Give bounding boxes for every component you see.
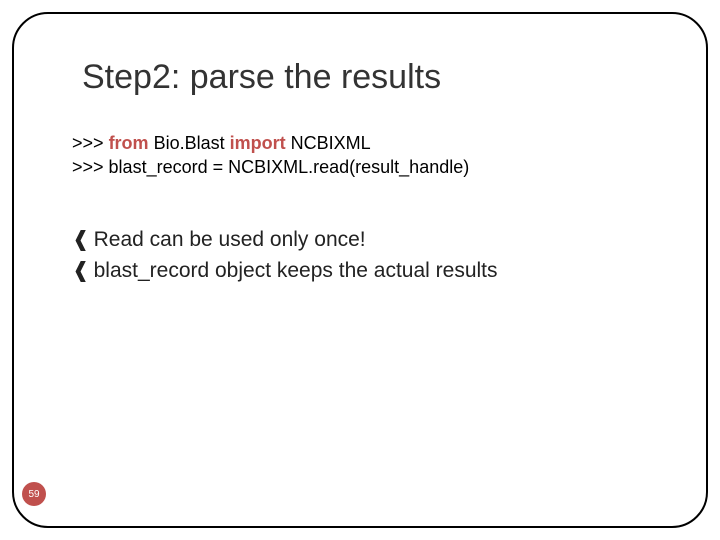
code-line-1: >>> from Bio.Blast import NCBIXML bbox=[72, 131, 656, 155]
code-text: blast_record = NCBIXML.read(result_handl… bbox=[104, 157, 470, 177]
code-line-2: >>> blast_record = NCBIXML.read(result_h… bbox=[72, 155, 656, 179]
slide-frame: Step2: parse the results >>> from Bio.Bl… bbox=[12, 12, 708, 528]
keyword-import: import bbox=[230, 133, 286, 153]
page-number-badge: 59 bbox=[22, 482, 46, 506]
code-text: Bio.Blast bbox=[149, 133, 230, 153]
keyword-from: from bbox=[109, 133, 149, 153]
bullet-text: Read can be used only once! bbox=[94, 225, 366, 255]
list-item: ❰ blast_record object keeps the actual r… bbox=[72, 255, 656, 286]
bullet-icon: ❰ bbox=[72, 224, 90, 254]
code-text: NCBIXML bbox=[286, 133, 371, 153]
prompt: >>> bbox=[72, 157, 104, 177]
bullet-list: ❰ Read can be used only once! ❰ blast_re… bbox=[72, 224, 656, 287]
prompt: >>> bbox=[72, 133, 104, 153]
bullet-icon: ❰ bbox=[72, 255, 90, 285]
code-block: >>> from Bio.Blast import NCBIXML >>> bl… bbox=[72, 131, 656, 180]
slide-title: Step2: parse the results bbox=[82, 58, 656, 97]
list-item: ❰ Read can be used only once! bbox=[72, 224, 656, 255]
bullet-text: blast_record object keeps the actual res… bbox=[94, 256, 498, 286]
